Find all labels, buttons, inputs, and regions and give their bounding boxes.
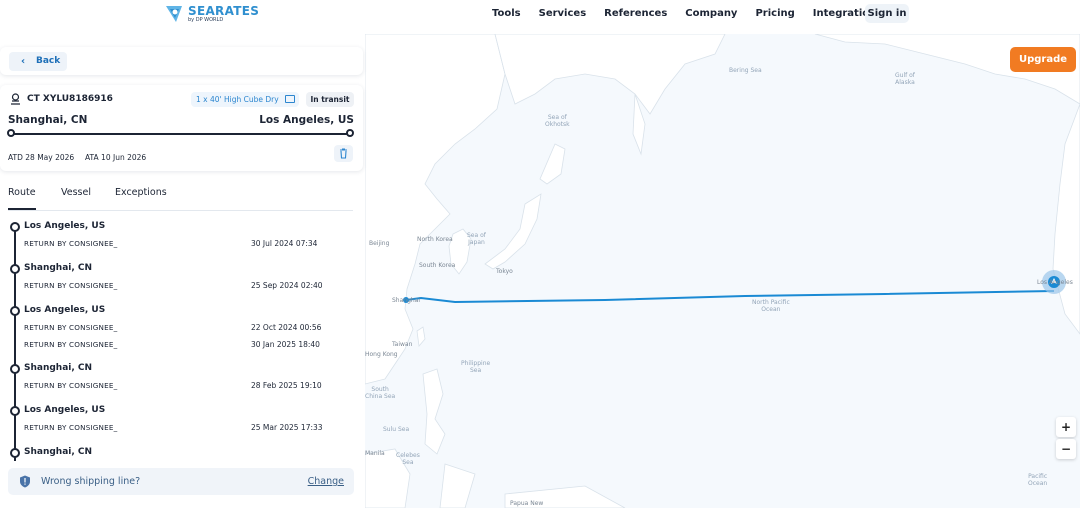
map-label-hong-kong: Hong Kong	[365, 351, 398, 358]
map-label-south-china-sea: South China Sea	[365, 386, 396, 401]
event-label: RETURN BY CONSIGNEE_	[24, 239, 118, 248]
nav-company[interactable]: Company	[685, 7, 737, 21]
main-nav: Tools Services References Company Pricin…	[492, 7, 900, 21]
event-label: RETURN BY CONSIGNEE_	[24, 323, 118, 332]
route-progress-line	[11, 133, 351, 135]
map-label-manila: Manila	[365, 450, 385, 457]
map-canvas	[365, 34, 1080, 508]
origin-port: Shanghai, CN	[8, 114, 88, 126]
logo-icon	[166, 6, 182, 22]
trash-icon	[340, 148, 347, 159]
searates-logo[interactable]: SEARATES by DP WORLD	[164, 3, 259, 25]
container-type-label: 1 x 40' High Cube Dry	[196, 95, 279, 104]
tab-bar: Route Vessel Exceptions	[8, 187, 353, 211]
logo-subtitle: by DP WORLD	[188, 17, 224, 23]
event-location: Los Angeles, US	[24, 405, 106, 415]
back-button[interactable]: ‹ Back	[9, 52, 67, 71]
event-label: RETURN BY CONSIGNEE_	[24, 423, 118, 432]
map-label-bering-sea: Bering Sea	[729, 67, 762, 74]
route-events: Los Angeles, US RETURN BY CONSIGNEE_ 30 …	[0, 219, 365, 461]
container-number: CT XYLU8186916	[27, 94, 113, 104]
map-label-north-pacific-ocean: North Pacific Ocean	[752, 299, 790, 314]
map-label-celebes-sea: Celebes Sea	[396, 452, 420, 467]
shield-alert-icon	[20, 475, 30, 488]
atd-date: ATD 28 May 2026	[8, 153, 75, 162]
shipment-card: CT XYLU8186916 1 x 40' High Cube Dry In …	[0, 85, 363, 171]
change-link[interactable]: Change	[308, 476, 344, 487]
tab-exceptions[interactable]: Exceptions	[115, 187, 167, 210]
map-label-papua-new: Papua New	[510, 500, 544, 507]
event-label: RETURN BY CONSIGNEE_	[24, 281, 118, 290]
zoom-in-button[interactable]: +	[1056, 417, 1076, 437]
timeline-line	[14, 227, 16, 461]
map-label-gulf-of-alaska: Gulf of Alaska	[895, 72, 915, 87]
notice-text: Wrong shipping line?	[41, 476, 141, 487]
event-location: Shanghai, CN	[24, 447, 93, 457]
container-type-badge: 1 x 40' High Cube Dry	[191, 92, 299, 107]
delete-button[interactable]	[334, 145, 353, 162]
timeline-dot	[10, 448, 20, 458]
event-location: Los Angeles, US	[24, 305, 106, 315]
status-badge: In transit	[306, 92, 354, 107]
destination-dot	[346, 129, 354, 137]
event-date: 22 Oct 2024 00:56	[251, 323, 322, 332]
event-location: Shanghai, CN	[24, 263, 93, 273]
map-label-sulu-sea: Sulu Sea	[383, 426, 410, 433]
timeline-dot	[10, 306, 20, 316]
back-label: Back	[36, 56, 61, 66]
event-label: RETURN BY CONSIGNEE_	[24, 340, 118, 349]
tracking-panel: ‹ Back CT XYLU8186916 1 x 40' High Cube …	[0, 34, 365, 508]
event-location: Los Angeles, US	[24, 221, 106, 231]
origin-dot	[7, 129, 15, 137]
container-tracking-icon	[11, 93, 20, 105]
wrong-shipping-line-notice: Wrong shipping line? Change	[8, 468, 354, 495]
event-date: 28 Feb 2025 19:10	[251, 381, 322, 390]
event-label: RETURN BY CONSIGNEE_	[24, 381, 118, 390]
tab-vessel[interactable]: Vessel	[61, 187, 91, 210]
map-label-taiwan: Taiwan	[392, 341, 413, 348]
nav-services[interactable]: Services	[539, 7, 587, 21]
event-date: 30 Jul 2024 07:34	[251, 239, 318, 248]
timeline-dot	[10, 364, 20, 374]
event-location: Shanghai, CN	[24, 363, 93, 373]
map-label-pacific-ocean: Pacific Ocean	[1028, 473, 1048, 488]
logo-title: SEARATES	[188, 4, 260, 18]
container-icon	[285, 95, 295, 103]
map-label-los-angeles: Los Angeles	[1037, 279, 1073, 286]
route-map[interactable]: Bering Sea Gulf of Alaska Sea of Okhotsk…	[365, 34, 1080, 508]
destination-port: Los Angeles, US	[259, 114, 354, 126]
timeline-dot	[10, 406, 20, 416]
top-header: SEARATES by DP WORLD Tools Services Refe…	[0, 0, 1080, 34]
map-label-sea-of-okhotsk: Sea of Okhotsk	[545, 114, 570, 129]
ata-date: ATA 10 Jun 2026	[85, 153, 147, 162]
map-label-sea-of-japan: Sea of Japan	[467, 232, 486, 247]
map-label-south-korea: South Korea	[419, 262, 456, 269]
map-label-north-korea: North Korea	[417, 236, 453, 243]
timeline-dot	[10, 264, 20, 274]
upgrade-button[interactable]: Upgrade	[1010, 47, 1076, 72]
map-label-philippine-sea: Philippine Sea	[461, 360, 491, 375]
zoom-out-button[interactable]: −	[1056, 439, 1076, 459]
tab-route[interactable]: Route	[8, 187, 36, 210]
map-label-shanghai: Shanghai	[392, 297, 421, 304]
nav-references[interactable]: References	[604, 7, 667, 21]
event-date: 25 Mar 2025 17:33	[251, 423, 323, 432]
map-label-tokyo: Tokyo	[496, 268, 513, 275]
map-label-beijing: Beijing	[369, 240, 390, 247]
timeline-dot	[10, 222, 20, 232]
sign-in-button[interactable]: Sign in	[865, 4, 909, 23]
event-date: 25 Sep 2024 02:40	[251, 281, 323, 290]
nav-pricing[interactable]: Pricing	[755, 7, 794, 21]
chevron-left-icon: ‹	[21, 56, 26, 67]
nav-tools[interactable]: Tools	[492, 7, 521, 21]
back-card: ‹ Back	[0, 47, 363, 75]
event-date: 30 Jan 2025 18:40	[251, 340, 320, 349]
